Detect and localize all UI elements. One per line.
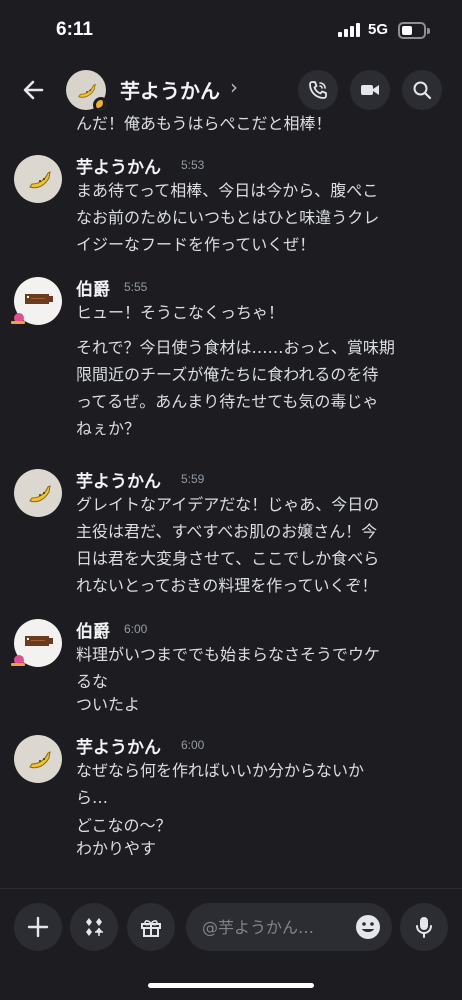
emoji-icon[interactable] — [354, 913, 382, 941]
timestamp: 5:59 — [181, 472, 205, 486]
message-list[interactable]: んだ！俺あもうはらぺこだと相棒！ 芋ようかん 5:53 まあ待てって相棒、今日は… — [0, 110, 462, 888]
apps-icon — [86, 918, 103, 936]
author-name[interactable]: 伯爵 — [76, 617, 110, 642]
header-avatar[interactable] — [66, 70, 109, 113]
message-line: わかりやす — [76, 839, 157, 858]
gift-icon — [141, 920, 161, 937]
apps-button[interactable] — [70, 903, 118, 951]
banana-icon — [29, 485, 51, 503]
author-name[interactable]: 芋ようかん — [76, 153, 161, 178]
gift-button[interactable] — [127, 903, 175, 951]
message-line: グレイトなアイデアだな！じゃあ、今日の — [76, 495, 380, 514]
message-line: るな — [76, 672, 109, 691]
signal-icon — [338, 23, 362, 37]
video-call-button[interactable] — [350, 70, 390, 110]
channel-title[interactable]: 芋ようかん — [120, 75, 220, 104]
timestamp: 5:53 — [181, 158, 205, 172]
network-label: 5G — [368, 21, 389, 38]
user-avatar[interactable] — [11, 277, 62, 325]
voice-call-button[interactable] — [298, 70, 338, 110]
user-avatar[interactable] — [11, 619, 62, 667]
banana-icon — [29, 171, 51, 189]
message-line: ってるぜ。あんまり待たせても気の毒じゃ — [76, 392, 379, 411]
message-line: なぜなら何を作ればいいか分からないか — [76, 761, 365, 780]
chevron-right-icon[interactable]: › — [230, 75, 238, 99]
timestamp: 6:00 — [181, 738, 205, 752]
timestamp: 6:00 — [124, 622, 148, 636]
message-line: ら… — [76, 788, 109, 807]
voice-message-button[interactable] — [400, 903, 448, 951]
home-indicator[interactable] — [148, 983, 314, 988]
fish-icon — [25, 636, 53, 646]
battery-icon — [398, 22, 430, 39]
message-line: ねぇか？ — [76, 419, 141, 438]
microphone-icon — [416, 917, 432, 938]
status-time: 6:11 — [56, 19, 93, 40]
back-arrow-icon[interactable] — [20, 76, 48, 104]
phone-call-icon — [309, 81, 327, 99]
message-line: まあ待てって相棒、今日は今から、腹ぺこ — [76, 181, 379, 200]
message-line: どこなの～？ — [76, 816, 172, 835]
author-name[interactable]: 芋ようかん — [76, 733, 161, 758]
timestamp: 5:55 — [124, 280, 148, 294]
snail-icon — [11, 655, 25, 666]
attach-button[interactable] — [14, 903, 62, 951]
author-name[interactable]: 伯爵 — [76, 275, 110, 300]
message-line: ついたよ — [76, 695, 141, 714]
search-icon — [413, 81, 432, 100]
message-line: れないとっておきの料理を作っていくぞ！ — [76, 576, 378, 595]
message-input-wrapper[interactable] — [186, 903, 392, 951]
fish-icon — [25, 294, 53, 304]
plus-icon — [27, 916, 49, 938]
status-bar: 6:11 5G — [0, 0, 462, 60]
message-line: ヒュー！そうこなくっちゃ！ — [76, 303, 285, 322]
message-line: 料理がいつまででも始まらなさそうでウケ — [76, 645, 381, 664]
banana-icon — [29, 751, 51, 769]
user-avatar[interactable] — [14, 155, 62, 203]
message-line: 限間近のチーズが俺たちに食われるのを待 — [76, 365, 379, 384]
message-line: イジーなフードを作っていくぜ！ — [76, 235, 316, 254]
user-avatar[interactable] — [14, 469, 62, 517]
snail-icon — [11, 313, 25, 324]
search-button[interactable] — [402, 70, 442, 110]
message-line: それで？今日使う食材は……おっと、賞味期 — [76, 338, 395, 357]
author-name[interactable]: 芋ようかん — [76, 467, 161, 492]
message-line: 主役は君だ、すべすべお肌のお嬢さん！今 — [76, 522, 378, 541]
video-camera-icon — [361, 85, 379, 95]
message-line: 日は君を大変身させて、ここでしか食べら — [76, 549, 380, 568]
message-input[interactable] — [202, 915, 352, 939]
message-line: なお前のためにいつもとはひと味違うクレ — [76, 208, 380, 227]
banana-icon — [78, 83, 96, 98]
user-avatar[interactable] — [14, 735, 62, 783]
message-line: んだ！俺あもうはらぺこだと相棒！ — [76, 114, 332, 133]
